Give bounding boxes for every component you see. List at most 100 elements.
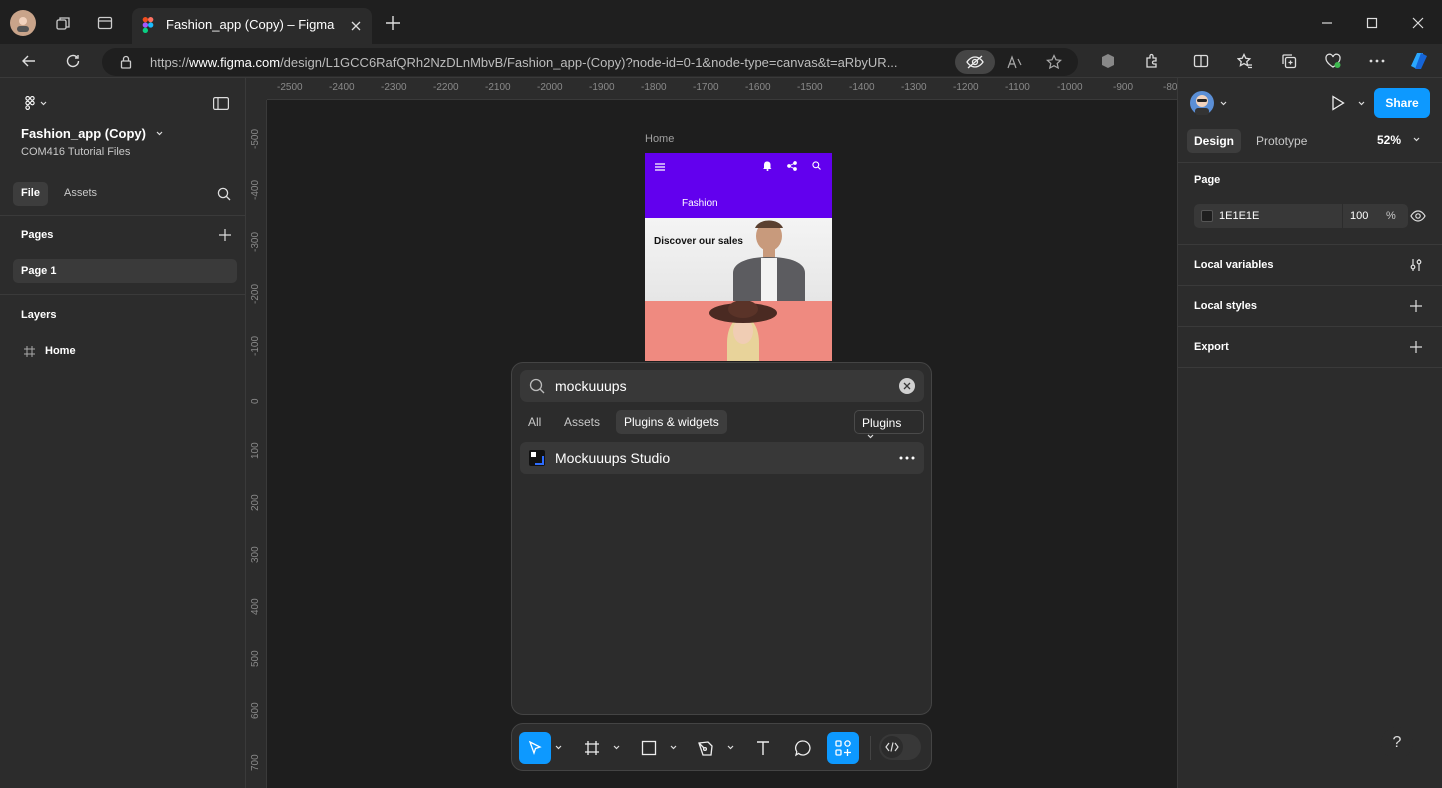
actions-tool-button[interactable]: [827, 732, 859, 764]
cursor-icon: [528, 740, 542, 755]
search-icon[interactable]: [215, 185, 233, 203]
add-export-icon[interactable]: [1407, 338, 1425, 356]
frame-tool-button[interactable]: [576, 732, 608, 764]
favorites-icon[interactable]: [1234, 50, 1256, 72]
rectangle-icon: [641, 740, 657, 756]
tab-file[interactable]: File: [13, 182, 48, 206]
quick-actions-panel: All Assets Plugins & widgets Plugins Moc…: [511, 362, 932, 715]
toolbar-divider: [870, 736, 871, 760]
chevron-down-icon[interactable]: [670, 745, 677, 750]
tab-design[interactable]: Design: [1187, 129, 1242, 153]
extensions-puzzle-icon[interactable]: [1141, 50, 1163, 72]
page-item[interactable]: Page 1: [13, 259, 237, 283]
browser-essentials-icon[interactable]: [1322, 50, 1344, 72]
pen-icon: [698, 741, 713, 756]
extension-shield-icon[interactable]: [1097, 50, 1119, 72]
file-title[interactable]: Fashion_app (Copy): [21, 126, 163, 141]
lock-icon[interactable]: [118, 54, 134, 70]
more-menu-icon[interactable]: [1366, 50, 1388, 72]
chevron-down-icon[interactable]: [1220, 101, 1227, 106]
plugin-filter-dropdown[interactable]: Plugins: [854, 410, 924, 439]
browser-toolbar: https://www.figma.com/design/L1GCC6RafQR…: [0, 44, 1442, 78]
more-options-icon[interactable]: [896, 450, 918, 466]
collections-icon[interactable]: [1278, 50, 1300, 72]
tab-assets[interactable]: Assets: [56, 182, 105, 206]
color-swatch[interactable]: [1201, 210, 1213, 222]
workspaces-icon[interactable]: [52, 12, 74, 34]
help-button[interactable]: ?: [1381, 727, 1413, 759]
tab-plugins-widgets[interactable]: Plugins & widgets: [616, 410, 727, 434]
back-icon[interactable]: [18, 50, 40, 72]
zoom-level[interactable]: 52%: [1377, 133, 1420, 147]
menu-icon: [655, 163, 665, 171]
vertical-tabs-icon[interactable]: [94, 12, 116, 34]
copilot-icon[interactable]: [1406, 48, 1432, 74]
layer-item-home[interactable]: Home: [13, 341, 237, 363]
tab-prototype[interactable]: Prototype: [1249, 129, 1314, 153]
ruler-tick: -200: [250, 283, 261, 304]
local-variables-header[interactable]: Local variables: [1194, 259, 1274, 271]
favorite-star-icon[interactable]: [1044, 52, 1064, 72]
page-background-color[interactable]: 1E1E1E 100 %: [1194, 204, 1408, 228]
share-button[interactable]: Share: [1374, 88, 1430, 118]
reload-icon[interactable]: [62, 50, 84, 72]
tab-title: Fashion_app (Copy) – Figma: [166, 17, 335, 32]
layer-label: Home: [45, 345, 76, 357]
ruler-tick: 700: [250, 754, 261, 771]
local-styles-header[interactable]: Local styles: [1194, 300, 1257, 312]
close-tab-icon[interactable]: [346, 16, 366, 36]
add-page-icon[interactable]: [216, 226, 234, 244]
address-bar[interactable]: https://www.figma.com/design/L1GCC6RafQR…: [102, 48, 1078, 76]
profile-avatar[interactable]: [10, 10, 36, 36]
frame-label[interactable]: Home: [645, 133, 674, 145]
hero-banner-women: [645, 301, 832, 361]
tab-assets[interactable]: Assets: [556, 410, 608, 434]
maximize-icon[interactable]: [1361, 12, 1383, 34]
plugin-search-input[interactable]: [555, 378, 885, 394]
ruler-tick: -1100: [1005, 82, 1030, 93]
ruler-tick: 400: [250, 598, 261, 615]
text-tool-button[interactable]: [747, 732, 779, 764]
split-screen-icon[interactable]: [1190, 50, 1212, 72]
move-tool-button[interactable]: [519, 732, 551, 764]
opacity-value[interactable]: 100: [1350, 210, 1368, 222]
read-aloud-icon[interactable]: [1005, 52, 1025, 72]
user-avatar[interactable]: [1190, 91, 1214, 115]
new-tab-icon[interactable]: [382, 12, 404, 34]
visibility-eye-icon[interactable]: [1409, 207, 1427, 225]
mockuuups-logo-icon: [529, 450, 545, 466]
pen-tool-button[interactable]: [690, 732, 722, 764]
frame-icon: [585, 741, 599, 755]
ruler-tick: -1900: [589, 82, 615, 93]
clear-search-icon[interactable]: [899, 378, 915, 394]
toggle-sidebar-icon[interactable]: [211, 94, 231, 112]
plugin-search-box[interactable]: [520, 370, 924, 402]
phone-app-bar: Fashion: [645, 153, 832, 218]
active-tab[interactable]: Fashion_app (Copy) – Figma: [132, 8, 372, 44]
divider: [0, 294, 246, 295]
ruler-tick: 600: [250, 702, 261, 719]
chevron-down-icon[interactable]: [727, 745, 734, 750]
url-scheme: https://: [150, 55, 190, 70]
export-header[interactable]: Export: [1194, 341, 1229, 353]
chevron-down-icon[interactable]: [613, 745, 620, 750]
chevron-down-icon[interactable]: [555, 745, 562, 750]
ruler-tick: -1600: [745, 82, 771, 93]
adjust-sliders-icon[interactable]: [1407, 256, 1425, 274]
tab-all[interactable]: All: [520, 410, 549, 434]
color-hex[interactable]: 1E1E1E: [1219, 210, 1259, 222]
tracking-prevention-icon[interactable]: [955, 50, 995, 74]
ruler-tick: -1800: [641, 82, 667, 93]
plugin-result-item[interactable]: Mockuuups Studio: [520, 442, 924, 474]
minimize-icon[interactable]: [1316, 12, 1338, 34]
shape-tool-button[interactable]: [633, 732, 665, 764]
add-style-icon[interactable]: [1407, 297, 1425, 315]
project-name[interactable]: COM416 Tutorial Files: [21, 146, 130, 158]
figma-main-menu[interactable]: [20, 93, 52, 113]
dev-mode-toggle[interactable]: [879, 734, 921, 760]
comment-tool-button[interactable]: [787, 732, 819, 764]
chevron-down-icon[interactable]: [1358, 101, 1365, 106]
home-frame[interactable]: Fashion Discover our sales: [645, 153, 832, 361]
present-play-icon[interactable]: [1328, 93, 1348, 113]
close-window-icon[interactable]: [1407, 12, 1429, 34]
